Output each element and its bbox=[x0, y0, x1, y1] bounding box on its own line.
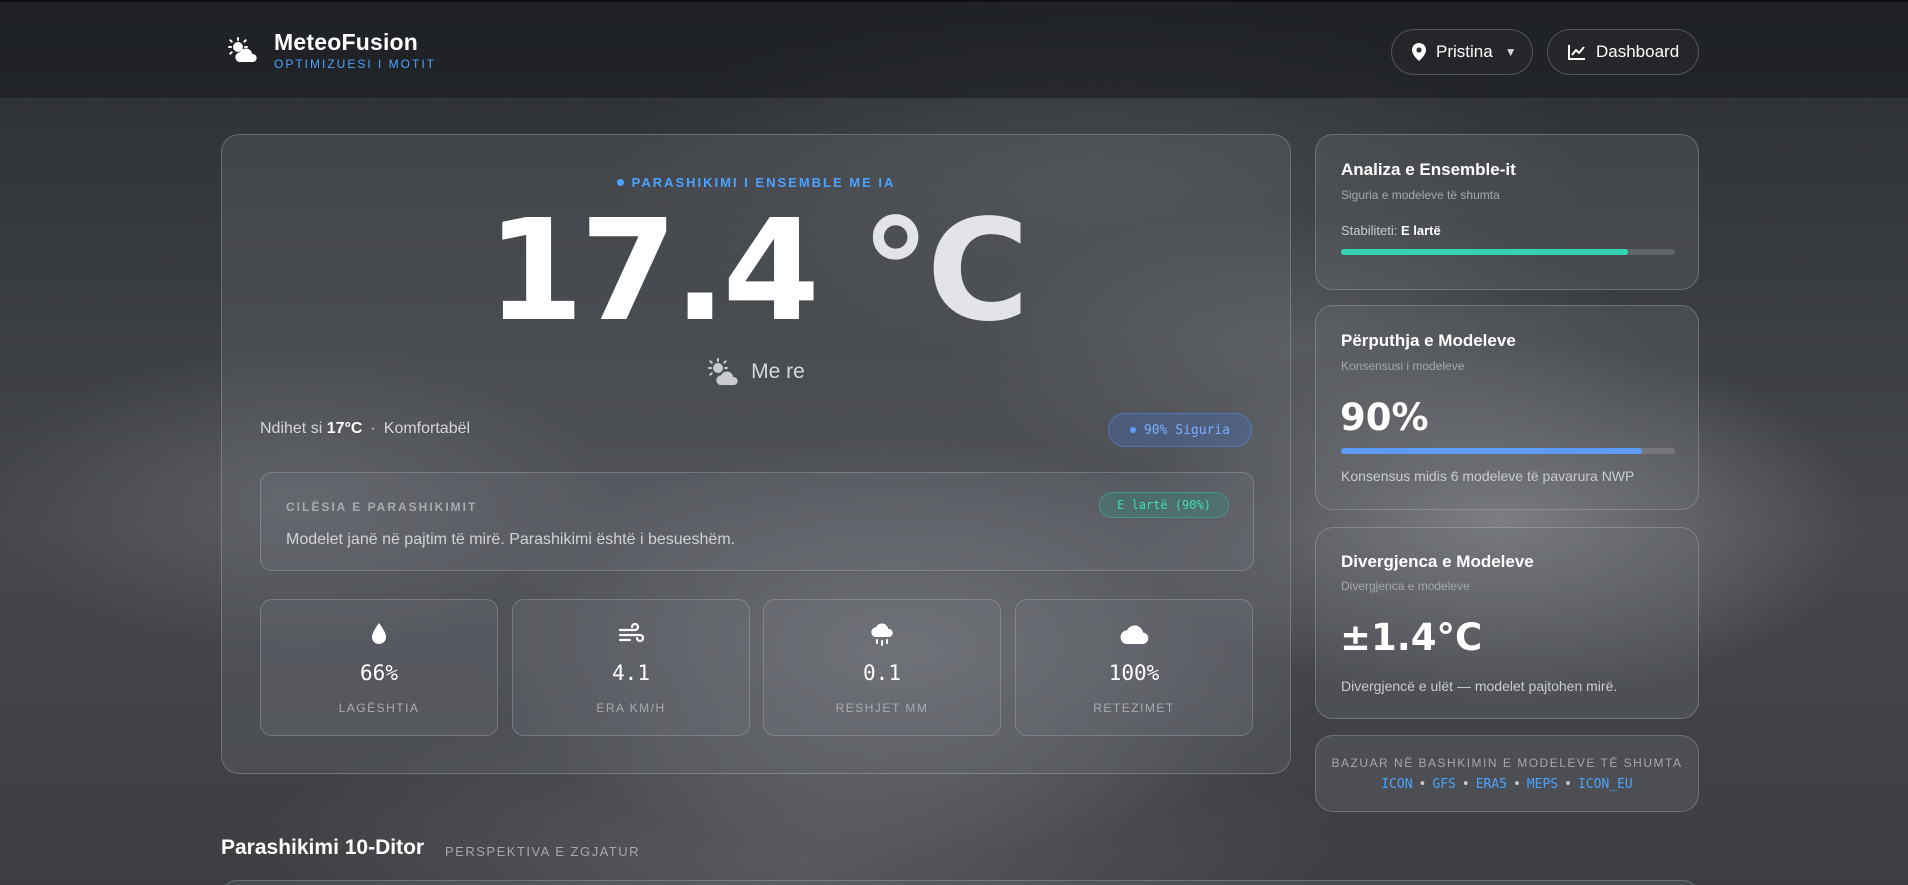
current-temperature: 17.4 °C bbox=[222, 187, 1290, 357]
agreement-bar bbox=[1341, 448, 1675, 454]
forecast-title: Parashikimi 10-Ditor bbox=[221, 836, 425, 859]
line-chart-icon bbox=[1568, 45, 1585, 60]
brand-title: MeteoFusion bbox=[274, 29, 419, 55]
wind-icon bbox=[618, 622, 644, 643]
stability-bar bbox=[1341, 249, 1675, 255]
model-tag: GFS bbox=[1432, 777, 1456, 792]
separator-dot: • bbox=[1564, 777, 1572, 792]
separator-dot: • bbox=[1418, 777, 1427, 792]
agreement-bar-fill bbox=[1341, 448, 1642, 454]
quality-text: Modelet janë në pajtim të mirë. Parashik… bbox=[286, 531, 736, 548]
cloud-cover-value: 100% bbox=[1108, 661, 1160, 685]
droplet-icon bbox=[372, 623, 386, 644]
divergence-value: ±1.4°C bbox=[1340, 616, 1483, 659]
precipitation-label: RESHJET MM bbox=[835, 701, 929, 715]
current-weather-card: PARASHIKIMI I ENSEMBLE ME IA 17.4 °C Me … bbox=[221, 134, 1291, 774]
sun-cloud-icon bbox=[228, 36, 257, 62]
chevron-down-icon: ▼ bbox=[1504, 45, 1517, 59]
stat-humidity: 66% LAGËSHTIA bbox=[260, 599, 498, 736]
agreement-subtitle: Konsensusi i modeleve bbox=[1341, 359, 1465, 373]
agreement-note: Konsensus midis 6 modeleve të pavarura N… bbox=[1341, 468, 1635, 484]
stat-cloud-cover: 100% RETEZIMET bbox=[1015, 599, 1253, 736]
model-sources-card: BAZUAR NË BASHKIMIN E MODELEVE TË SHUMTA… bbox=[1315, 735, 1699, 812]
model-divergence-card: Divergjenca e Modeleve Divergjenca e mod… bbox=[1315, 527, 1699, 719]
forecast-panel bbox=[221, 880, 1699, 885]
dashboard-label: Dashboard bbox=[1596, 42, 1680, 61]
comfort-label: Komfortabël bbox=[383, 420, 471, 437]
status-dot bbox=[616, 179, 624, 186]
ensemble-analysis-card: Analiza e Ensemble-it Siguria e modeleve… bbox=[1315, 134, 1699, 290]
stability-bar-fill bbox=[1341, 249, 1629, 255]
humidity-value: 66% bbox=[360, 661, 398, 685]
map-pin-icon bbox=[1412, 43, 1426, 61]
humidity-label: LAGËSHTIA bbox=[338, 701, 420, 715]
brand-tagline: OPTIMIZUESI I MOTIT bbox=[274, 57, 436, 71]
model-tag: MEPS bbox=[1526, 777, 1559, 792]
stability-value: E lartë bbox=[1401, 223, 1441, 238]
forecast-quality-panel: CILËSIA E PARASHIKIMIT E lartë (90%) Mod… bbox=[260, 472, 1254, 571]
model-tag: ERA5 bbox=[1475, 777, 1507, 792]
confidence-badge: 90% Siguria bbox=[1108, 413, 1252, 447]
cloud-icon bbox=[1120, 625, 1149, 644]
dashboard-button[interactable]: Dashboard bbox=[1547, 29, 1699, 75]
ensemble-title: Analiza e Ensemble-it bbox=[1341, 160, 1516, 179]
condition-label: Me re bbox=[751, 360, 805, 383]
brand[interactable]: MeteoFusion OPTIMIZUESI I MOTIT bbox=[226, 30, 436, 71]
agreement-title: Përputhja e Modeleve bbox=[1341, 331, 1516, 350]
cloud-cover-label: RETEZIMET bbox=[1093, 701, 1175, 715]
stability-readout: Stabiliteti: E lartë bbox=[1341, 223, 1441, 238]
model-agreement-card: Përputhja e Modeleve Konsensusi i modele… bbox=[1315, 305, 1699, 510]
divergence-subtitle: Divergjenca e modeleve bbox=[1341, 579, 1470, 593]
location-label: Pristina bbox=[1436, 42, 1493, 61]
sun-cloud-icon bbox=[708, 358, 738, 385]
status-dot bbox=[1129, 427, 1136, 433]
app-header: MeteoFusion OPTIMIZUESI I MOTIT Pristina… bbox=[0, 2, 1908, 99]
temperature-unit: °C bbox=[860, 190, 1030, 353]
separator-dot: • bbox=[1513, 777, 1521, 792]
feels-like: Ndihet si 17°C · Komfortabël bbox=[260, 420, 471, 437]
agreement-value: 90% bbox=[1340, 396, 1429, 439]
precipitation-value: 0.1 bbox=[863, 661, 901, 685]
wind-label: ERA KM/H bbox=[596, 701, 666, 715]
divergence-title: Divergjenca e Modeleve bbox=[1341, 552, 1534, 571]
separator-dot: • bbox=[1461, 777, 1470, 792]
sources-title: BAZUAR NË BASHKIMIN E MODELEVE TË SHUMTA bbox=[1331, 756, 1683, 770]
feels-like-value: 17°C bbox=[326, 420, 363, 437]
stat-precipitation: 0.1 RESHJET MM bbox=[763, 599, 1001, 736]
wind-value: 4.1 bbox=[612, 661, 650, 685]
forecast-subtitle: PERSPEKTIVA E ZGJATUR bbox=[445, 844, 640, 859]
sources-models: ICON • GFS • ERA5 • MEPS • ICON_EU bbox=[1316, 777, 1698, 792]
stat-wind: 4.1 ERA KM/H bbox=[512, 599, 750, 736]
quality-badge: E lartë (90%) bbox=[1099, 492, 1229, 518]
quality-title: CILËSIA E PARASHIKIMIT bbox=[286, 500, 478, 514]
weather-condition: Me re bbox=[222, 357, 1290, 387]
model-tag: ICON_EU bbox=[1577, 777, 1633, 792]
ensemble-subtitle: Siguria e modeleve të shumta bbox=[1341, 188, 1500, 202]
divergence-note: Divergjencë e ulët — modelet pajtohen mi… bbox=[1341, 678, 1618, 694]
location-selector[interactable]: Pristina ▼ bbox=[1391, 29, 1533, 75]
cloud-rain-icon bbox=[871, 623, 893, 646]
model-tag: ICON bbox=[1381, 777, 1413, 792]
temperature-value: 17.4 bbox=[486, 190, 820, 353]
